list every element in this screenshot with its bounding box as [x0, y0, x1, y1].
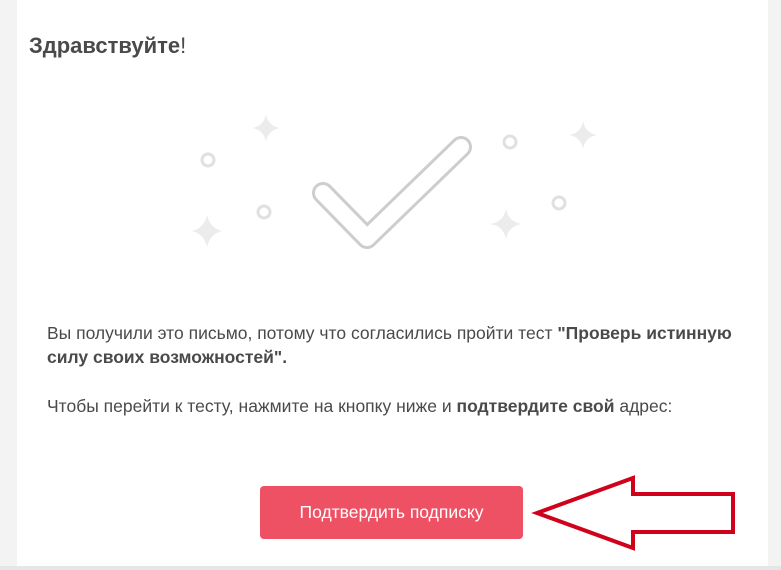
bottom-divider	[0, 566, 781, 570]
arrow-left-icon	[531, 475, 735, 551]
